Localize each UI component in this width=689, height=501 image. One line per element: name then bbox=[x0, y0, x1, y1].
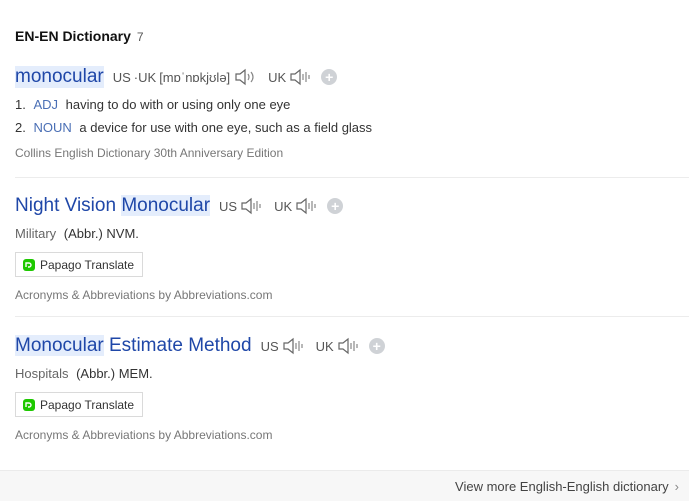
part-of-speech: ADJ bbox=[33, 97, 59, 112]
uk-label: UK bbox=[274, 198, 293, 214]
entry-title-row: Monocular Estimate Method US UK + bbox=[15, 333, 689, 359]
definition-1: Hospitals (Abbr.) MEM. bbox=[15, 366, 689, 382]
headword-link[interactable]: Night Vision Monocular bbox=[15, 195, 211, 217]
chevron-right-icon: › bbox=[674, 479, 679, 494]
definition-number: 1. bbox=[15, 97, 26, 112]
field-label: Hospitals bbox=[15, 366, 69, 381]
us-label: US bbox=[219, 198, 238, 214]
field-label: Military bbox=[15, 226, 57, 241]
definition-number: 2. bbox=[15, 120, 26, 135]
headword-text: Estimate Method bbox=[103, 335, 252, 356]
definition-text: having to do with or using only one eye bbox=[65, 97, 291, 112]
dictionary-title: EN-EN Dictionary bbox=[15, 28, 131, 44]
add-to-wordbook-button[interactable]: + bbox=[327, 198, 344, 214]
us-label: US bbox=[260, 338, 279, 354]
view-more-label: View more English-English dictionary bbox=[455, 479, 669, 494]
result-count: 7 bbox=[136, 30, 144, 44]
us-label: US bbox=[112, 69, 131, 85]
speaker-icon[interactable] bbox=[282, 336, 306, 356]
entry-monocular: monocular US · UK [mɒˈnɒkjʊlə] UK + 1. ADJ… bbox=[15, 64, 689, 160]
uk-label-2: UK bbox=[268, 69, 287, 85]
definition-text: (Abbr.) NVM. bbox=[63, 226, 139, 241]
view-more-link[interactable]: View more English-English dictionary › bbox=[455, 479, 679, 494]
speaker-icon[interactable] bbox=[289, 67, 313, 87]
dictionary-header: EN-EN Dictionary 7 bbox=[15, 28, 144, 44]
dictionary-source: Acronyms & Abbreviations by Abbreviation… bbox=[15, 428, 273, 442]
part-of-speech: NOUN bbox=[33, 120, 72, 135]
headword-highlight: Monocular bbox=[121, 195, 211, 216]
speaker-icon[interactable] bbox=[337, 336, 361, 356]
papago-translate-button[interactable]: Papago Translate bbox=[15, 392, 144, 417]
uk-label: UK bbox=[138, 69, 157, 85]
entry-title-row: Night Vision Monocular US UK + bbox=[15, 193, 689, 219]
pronunciation-group: US · UK [mɒˈnɒkjʊlə] UK + bbox=[113, 67, 338, 87]
ipa-text: [mɒˈnɒkjʊlə] bbox=[159, 69, 231, 85]
headword-highlight: Monocular bbox=[15, 335, 104, 356]
definition-1: Military (Abbr.) NVM. bbox=[15, 226, 689, 242]
divider bbox=[15, 177, 689, 178]
definition-2: 2. NOUN a device for use with one eye, s… bbox=[15, 120, 689, 136]
add-to-wordbook-button[interactable]: + bbox=[368, 338, 385, 354]
definition-1: 1. ADJ having to do with or using only o… bbox=[15, 97, 689, 113]
speaker-icon[interactable] bbox=[240, 196, 264, 216]
dictionary-source: Acronyms & Abbreviations by Abbreviation… bbox=[15, 288, 273, 302]
papago-logo-icon bbox=[23, 258, 35, 271]
pronunciation-group: US UK + bbox=[219, 196, 344, 216]
papago-translate-label: Papago Translate bbox=[40, 397, 135, 412]
definition-text: a device for use with one eye, such as a… bbox=[79, 120, 373, 135]
papago-logo-icon bbox=[23, 398, 35, 411]
dictionary-source: Collins English Dictionary 30th Annivers… bbox=[15, 146, 284, 160]
papago-translate-label: Papago Translate bbox=[40, 257, 135, 272]
add-to-wordbook-button[interactable]: + bbox=[321, 69, 338, 85]
definition-text: (Abbr.) MEM. bbox=[76, 366, 153, 381]
divider bbox=[15, 316, 689, 317]
entry-night-vision-monocular: Night Vision Monocular US UK + Military … bbox=[15, 193, 689, 302]
entry-monocular-estimate-method: Monocular Estimate Method US UK + Hospit… bbox=[15, 333, 689, 442]
papago-translate-button[interactable]: Papago Translate bbox=[15, 252, 144, 277]
headword-link[interactable]: monocular bbox=[15, 66, 104, 88]
footer-bar: View more English-English dictionary › bbox=[0, 470, 689, 501]
uk-label: UK bbox=[315, 338, 334, 354]
speaker-icon[interactable] bbox=[295, 196, 319, 216]
speaker-icon[interactable] bbox=[234, 67, 258, 87]
entry-title-row: monocular US · UK [mɒˈnɒkjʊlə] UK + bbox=[15, 64, 689, 90]
headword-text: Night Vision bbox=[15, 195, 122, 216]
pronunciation-group: US UK + bbox=[261, 336, 385, 356]
headword-link[interactable]: Monocular Estimate Method bbox=[15, 335, 252, 357]
